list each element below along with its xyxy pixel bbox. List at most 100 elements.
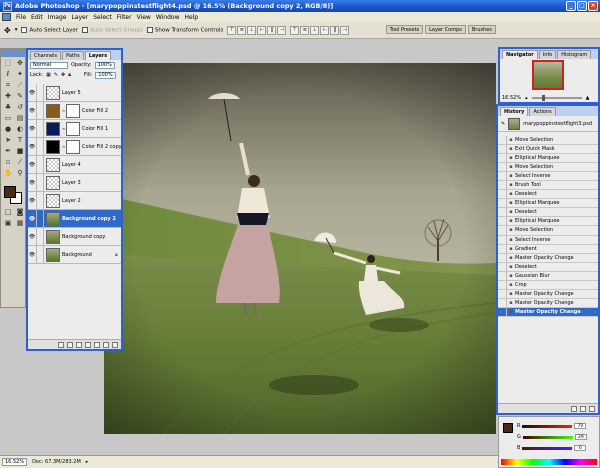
layer-mask-thumbnail[interactable] [66,121,80,136]
history-brush-source-slot[interactable] [498,280,507,290]
visibility-eye-icon[interactable]: 👁︎ [28,191,37,210]
layer-row[interactable]: 👁︎ ∞ Color Fill 1 [28,119,121,138]
history-brush-source-icon[interactable]: ✎ [501,121,505,127]
gradient-tool-icon[interactable]: ▤ [14,113,26,124]
well-layer-comps[interactable]: Layer Comps [425,25,466,34]
status-zoom[interactable]: 16.52% [2,458,28,466]
maximize-button[interactable]: □ [577,1,587,11]
tab-layers[interactable]: Layers [84,51,112,60]
visibility-eye-icon[interactable]: 👁︎ [28,173,37,192]
tab-info[interactable]: Info [538,50,557,59]
color-spectrum[interactable] [501,459,597,465]
layer-row[interactable]: 👁︎ Background copy 2 [28,209,121,228]
eyedropper-icon[interactable]: ⁄ [14,157,26,168]
history-brush-source-slot[interactable] [498,262,507,272]
history-brush-source-slot[interactable] [498,180,507,190]
visibility-eye-icon[interactable]: 👁︎ [28,119,37,138]
history-brush-source-slot[interactable] [498,171,507,181]
blue-slider[interactable] [522,446,573,450]
show-transform-controls-option[interactable]: Show Transform Controls [146,26,223,33]
fullscreen-mode-icon[interactable]: ▦ [14,218,26,229]
crop-tool-icon[interactable]: ⌗ [2,80,14,91]
history-item[interactable]: ▪ Select Inverse [498,171,598,182]
fill-input[interactable]: 100% [95,71,116,79]
trash-icon[interactable] [589,405,595,412]
align-left-icon[interactable]: ⊢ [257,25,267,35]
green-slider[interactable] [522,435,573,439]
history-brush-source-slot[interactable] [498,162,507,172]
auto-select-layer-option[interactable]: Auto Select Layer [21,26,78,33]
clone-stamp-icon[interactable]: ♣ [2,102,14,113]
trash-icon[interactable] [112,341,118,348]
move-tool-icon[interactable]: ✥ [14,58,26,69]
tab-actions[interactable]: Actions [529,107,556,116]
history-snapshot[interactable]: ✎ marypoppinstestflight3.psd [498,116,598,132]
history-item[interactable]: ▪ Deselect [498,207,598,218]
history-brush-source-slot[interactable] [498,144,507,154]
menu-window[interactable]: Window [156,14,180,21]
menu-view[interactable]: View [137,14,151,21]
new-document-from-state-icon[interactable] [571,405,577,412]
history-brush-source-slot[interactable] [498,271,507,281]
history-item[interactable]: ▪ Master Opacity Change [498,298,598,308]
new-layer-icon[interactable] [103,341,109,348]
green-value[interactable]: 29 [574,434,587,440]
history-brush-source-slot[interactable] [498,216,507,226]
layer-link-slot[interactable] [37,155,44,174]
visibility-eye-icon[interactable]: 👁︎ [28,101,37,120]
hand-tool-icon[interactable]: ✋ [2,168,14,179]
adjustment-layer-icon[interactable] [85,341,91,348]
magic-wand-icon[interactable]: ✦ [14,69,26,80]
menu-layer[interactable]: Layer [71,14,88,21]
layer-link-slot[interactable] [37,83,44,102]
layer-link-slot[interactable] [37,227,44,246]
menu-help[interactable]: Help [185,14,199,21]
history-item[interactable]: ▪ Exit Quick Mask [498,144,598,155]
layer-link-slot[interactable] [37,101,44,120]
history-item[interactable]: ▪ Move Selection [498,226,598,236]
history-item[interactable]: ▪ Crop [498,280,598,290]
layer-row[interactable]: 👁︎ Background copy [28,227,121,246]
align-right-icon[interactable]: ⊣ [277,25,287,35]
history-brush-source-slot[interactable] [498,189,507,199]
history-item[interactable]: ▪ Deselect [498,189,598,200]
healing-brush-icon[interactable]: ✚ [2,91,14,102]
history-item[interactable]: ▪ Select Inverse [498,235,598,245]
history-brush-source-slot[interactable] [498,198,507,208]
history-brush-source-slot[interactable] [498,207,507,217]
distribute-bottom-icon[interactable]: ⊥ [310,25,320,35]
foreground-color-swatch[interactable] [4,186,16,198]
history-item[interactable]: ▪ Gradient [498,244,598,254]
blue-value[interactable]: 6 [574,445,587,451]
tool-preset-dropdown-icon[interactable]: ▾ [15,27,18,33]
red-value[interactable]: 70 [574,423,587,429]
type-tool-icon[interactable]: T [14,135,26,146]
menu-select[interactable]: Select [93,14,112,21]
history-brush-icon[interactable]: ↺ [14,102,26,113]
layer-row[interactable]: 👁︎ Layer 2 [28,191,121,210]
history-item[interactable]: ▪ Elliptical Marquee [498,216,598,227]
history-item[interactable]: ▪ Elliptical Marquee [498,198,598,209]
history-brush-source-slot[interactable] [498,289,507,299]
slice-tool-icon[interactable]: ⟋ [14,80,26,91]
visibility-eye-icon[interactable]: 👁︎ [28,137,37,156]
shape-tool-icon[interactable]: ■ [14,146,26,157]
layer-mask-thumbnail[interactable] [66,139,80,154]
blend-mode-select[interactable]: Normal [30,61,68,69]
minimize-button[interactable]: _ [566,1,576,11]
document-canvas[interactable] [104,63,496,434]
layer-link-slot[interactable] [37,209,44,228]
zoom-in-icon[interactable]: ▲ [586,95,590,101]
history-brush-source-slot[interactable] [498,307,507,317]
opacity-input[interactable]: 100% [94,61,115,69]
history-item[interactable]: ▪ Elliptical Marquee [498,153,598,164]
history-item[interactable]: ▪ Master Opacity Change [498,253,598,263]
distribute-right-icon[interactable]: ⊣ [340,25,350,35]
lasso-tool-icon[interactable]: ℓ [2,69,14,80]
tab-channels[interactable]: Channels [30,51,62,60]
layer-mask-thumbnail[interactable] [66,103,80,118]
well-brushes[interactable]: Brushes [467,25,496,34]
well-tool-presets[interactable]: Tool Presets [385,25,424,34]
add-mask-icon[interactable] [76,341,82,348]
new-snapshot-icon[interactable] [580,405,586,412]
